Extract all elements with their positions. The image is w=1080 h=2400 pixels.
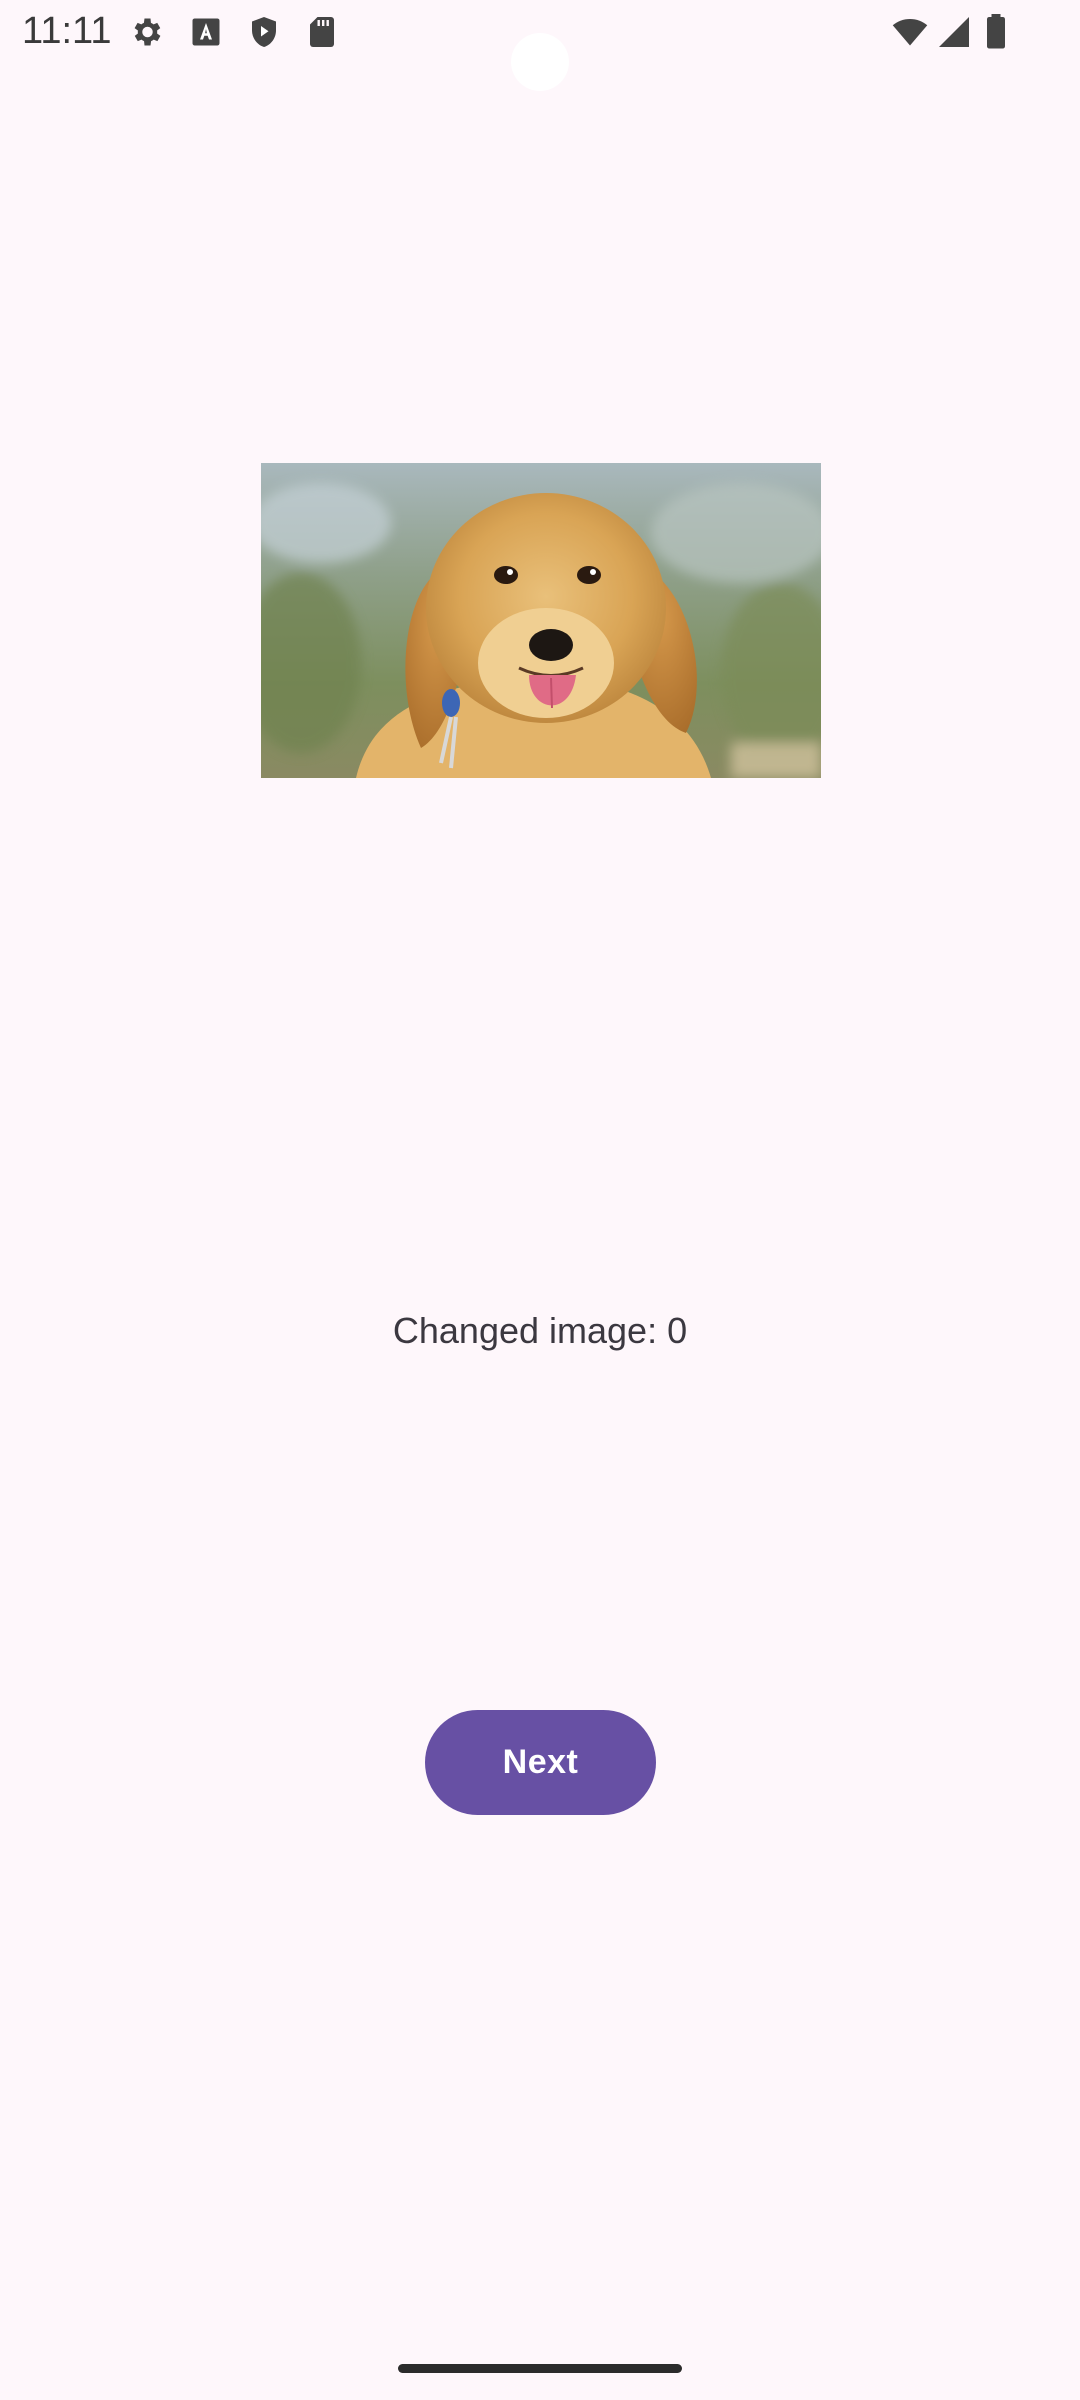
status-bar: 11:11: [0, 0, 1080, 91]
battery-icon: [982, 14, 1010, 50]
puppy-image: [261, 463, 821, 778]
status-time: 11:11: [22, 10, 112, 52]
home-indicator[interactable]: [398, 2364, 682, 2373]
font-a-icon: [188, 14, 224, 50]
next-button[interactable]: Next: [425, 1710, 656, 1815]
camera-cutout: [511, 33, 569, 91]
shield-play-icon: [246, 14, 282, 50]
changed-image-counter: Changed image: 0: [392, 1310, 688, 1351]
wifi-icon: [890, 14, 930, 50]
signal-icon: [936, 14, 972, 50]
sd-card-icon: [304, 14, 340, 50]
gear-icon: [128, 14, 164, 50]
